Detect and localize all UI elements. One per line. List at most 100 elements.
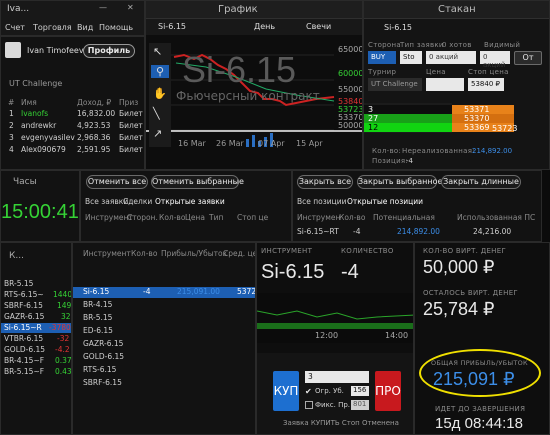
instr-label: ИНСТРУМЕНТ	[261, 247, 313, 255]
tab-trades[interactable]: Сделки	[123, 197, 152, 206]
table-row[interactable]: 4 Alex090679 2,591.95 Билет	[1, 145, 144, 155]
window-close-icon[interactable]: ✕	[127, 3, 134, 12]
price-level[interactable]: 53370	[452, 114, 514, 123]
window-minimize-icon[interactable]: —	[99, 3, 107, 12]
bid-ask-ladder[interactable]: 3 27 12 53371 53370 53369 53723	[364, 103, 549, 133]
date-tick: 16 Mar	[178, 139, 206, 148]
clock-title: Часы	[13, 177, 37, 187]
challenge-title: UT Challenge	[9, 79, 63, 88]
col-prize: Приз	[119, 98, 139, 107]
orderbook-title: Стакан	[438, 4, 476, 15]
table-row[interactable]: Si-6.15-4215,091.0053723	[73, 287, 255, 298]
end-label: ИДЕТ ДО ЗАВЕРШЕНИЯ	[435, 405, 526, 413]
buy-button[interactable]: КУП	[273, 371, 299, 411]
clock-panel: Часы 15:00:41	[0, 170, 80, 242]
orderbook-symbol[interactable]: Si-6.15	[384, 23, 412, 32]
arrow-icon[interactable]: ↗	[153, 127, 162, 140]
table-row[interactable]: GOLD-6.15	[73, 352, 255, 362]
menu-help[interactable]: Помощь	[99, 23, 133, 32]
chart-panel: График Si-6.15 День Свечи Si-6.15 Фьючер…	[145, 0, 363, 170]
visible-qty-input[interactable]: 0 акций	[480, 51, 510, 69]
pan-icon[interactable]: ✋	[153, 87, 167, 100]
hidden-label: 0 хотов	[442, 41, 472, 49]
table-row[interactable]: 1 Ivanofs 16,832.00 Билет	[1, 109, 144, 119]
list-item[interactable]: BR-4.15~F 0.37	[1, 356, 71, 366]
sell-button[interactable]: ПРО	[375, 371, 401, 411]
trade-symbol[interactable]: Si-6.15	[261, 261, 324, 284]
menu-trade[interactable]: Торговля	[33, 23, 72, 32]
visible-label: Видимый	[484, 41, 521, 49]
list-item[interactable]: RTS-6.15~ 1440	[1, 290, 71, 300]
col-type: Тип	[209, 213, 224, 222]
table-row[interactable]: SBRF-6.15	[73, 378, 255, 388]
list-item[interactable]: VTBR-6.15 -32	[1, 334, 71, 344]
bid-level[interactable]: 12	[364, 123, 452, 132]
stop-loss-input[interactable]: 156	[351, 386, 369, 396]
col-stop: Стоп це	[237, 213, 269, 222]
table-row[interactable]: ED-6.15	[73, 326, 255, 336]
table-row[interactable]: RTS-6.15	[73, 365, 255, 375]
bid-level[interactable]: 27	[364, 114, 452, 123]
col-instrument: Инструмен	[297, 213, 341, 222]
close-all-button[interactable]: Закрыть все	[297, 175, 353, 189]
position-label: Позиция:	[372, 157, 409, 165]
price-input[interactable]	[426, 78, 464, 91]
submit-button[interactable]: От	[514, 51, 542, 65]
period-select[interactable]: День	[254, 22, 275, 31]
turnir-select[interactable]: UT Challenge	[368, 78, 422, 91]
side-select[interactable]: BUY	[368, 51, 396, 64]
close-long-button[interactable]: Закрыть длинные	[441, 175, 521, 189]
list-item[interactable]: BR-5.15	[1, 279, 71, 289]
quantity-input[interactable]: 3	[305, 371, 369, 383]
bid-level[interactable]: 3	[364, 105, 452, 114]
type-label: Тип заявки	[400, 41, 444, 49]
table-row[interactable]: 3 evgenyvasilev 2,968.36 Билет	[1, 133, 144, 143]
list-item[interactable]: GOLD-6.15 -4.2	[1, 345, 71, 355]
price-level[interactable]: 53371	[452, 105, 514, 114]
clock-time: 15:00:41	[1, 201, 79, 223]
list-item[interactable]: BR-5.15~F 0.43	[1, 367, 71, 377]
order-form: КУП ПРО 3 ✔ Огр. Уб. 156 Фикс. Пр. 801 З…	[257, 353, 413, 434]
take-profit-input[interactable]: 801	[351, 400, 369, 410]
chart-titlebar: График	[146, 1, 362, 19]
chart-area[interactable]: Si-6.15 Фьючерсный контракт ↖ ⚲ ✋ ╲ ↗ 65…	[146, 35, 363, 169]
chart-type-select[interactable]: Свечи	[306, 22, 331, 31]
table-row[interactable]: BR-5.15	[73, 313, 255, 323]
table-row[interactable]: GAZR-6.15	[73, 339, 255, 349]
list-item[interactable]: SBRF-6.15 149	[1, 301, 71, 311]
profile-button[interactable]: Профиль	[83, 44, 135, 58]
list-item[interactable]: GAZR-6.15 32	[1, 312, 71, 322]
cancel-all-button[interactable]: Отменить все	[86, 175, 148, 189]
symbol-select[interactable]: Si-6.15	[158, 22, 186, 31]
trade-qty[interactable]: -4	[341, 261, 359, 284]
ask-value: 53723	[492, 124, 518, 133]
trade-panel: ИНСТРУМЕНТ КОЛИЧЕСТВО Si-6.15 -4 12:00 1…	[256, 242, 414, 435]
col-potential: Потенциальная	[373, 213, 435, 222]
menu-view[interactable]: Вид	[77, 23, 93, 32]
zoom-icon[interactable]: ⚲	[151, 65, 169, 78]
tab-all-orders[interactable]: Все заявки	[85, 197, 128, 206]
pointer-icon[interactable]: ↖	[153, 45, 162, 58]
price-tick: 60000	[338, 69, 363, 78]
tab-open-orders[interactable]: Открытые заявки	[155, 197, 225, 206]
list-item[interactable]: Si-6.15~R -3780	[1, 323, 71, 333]
menu-account[interactable]: Счет	[5, 23, 25, 32]
col-price: Цена	[185, 213, 205, 222]
stop-loss-checkbox[interactable]: ✔	[305, 387, 313, 396]
table-row[interactable]: BR-4.15	[73, 300, 255, 310]
hidden-qty-input[interactable]: 0 акций	[426, 51, 476, 64]
stop-price-input[interactable]: 53840 ₽	[468, 78, 504, 91]
tab-all-positions[interactable]: Все позиции	[297, 197, 346, 206]
price-tick: 55000	[338, 85, 363, 94]
close-selected-button[interactable]: Закрыть выбранное	[357, 175, 442, 189]
cancel-selected-button[interactable]: Отменить выбранные	[151, 175, 244, 189]
type-select[interactable]: Sto	[400, 51, 422, 64]
stop-label: Стоп цена	[468, 68, 509, 76]
tab-open-positions[interactable]: Открытые позиции	[347, 197, 423, 206]
table-row[interactable]: Si-6.15~RT -4 214,892.00 24,216.00	[293, 227, 541, 237]
take-profit-checkbox[interactable]	[305, 401, 313, 409]
col-instrument: Инструмент	[85, 213, 133, 222]
positions-panel: Закрыть все Закрыть выбранное Закрыть дл…	[292, 170, 542, 242]
table-row[interactable]: 2 andrewkr 4,923.53 Билет	[1, 121, 144, 131]
line-icon[interactable]: ╲	[153, 107, 160, 120]
